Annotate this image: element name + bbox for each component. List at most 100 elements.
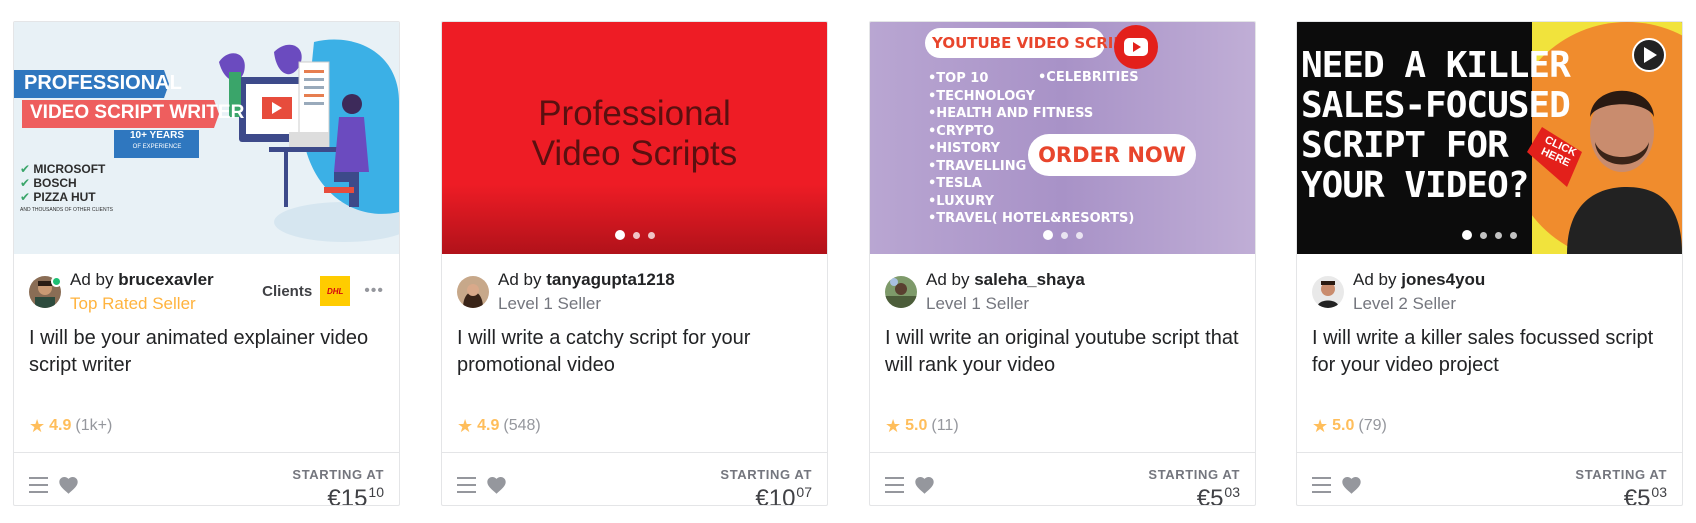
review-count: (548)	[503, 417, 541, 434]
seller-info: Ad by brucexavler Top Rated Seller Clien…	[29, 268, 384, 314]
gig-price: €1510	[327, 484, 384, 506]
carousel-dot[interactable]	[614, 230, 625, 240]
starting-at-label: STARTING AT	[720, 467, 812, 482]
gig-title[interactable]: I will write a catchy script for your pr…	[457, 325, 812, 379]
gig-thumbnail[interactable]: YOUTUBE VIDEO SCRIPTS •TOP 10 •TECHNOLOG…	[870, 22, 1255, 254]
thumb-years: 10+ YEARS	[129, 130, 184, 141]
seller-level: Level 1 Seller	[926, 294, 1030, 313]
rating-score: 5.0	[905, 417, 928, 434]
star-icon: ★	[885, 416, 902, 436]
order-now-text: ORDER NOW	[1038, 143, 1186, 167]
carousel-dot[interactable]	[647, 231, 655, 239]
thumb-years-sub: OF EXPERIENCE	[132, 144, 182, 150]
rating-score: 4.9	[49, 417, 72, 434]
gig-footer: STARTING AT €1510	[14, 452, 399, 506]
carousel-dots[interactable]	[442, 230, 827, 240]
ad-by-line: Ad by saleha_shaya	[926, 270, 1085, 289]
thumb-topic: •HEALTH AND FITNESS	[928, 106, 1094, 121]
seller-avatar[interactable]	[457, 276, 489, 308]
carousel-dot[interactable]	[1495, 231, 1502, 239]
star-icon: ★	[457, 416, 474, 436]
thumb-topic: •TECHNOLOGY	[928, 88, 1036, 104]
seller-name[interactable]: brucexavler	[118, 270, 213, 289]
gig-price: €503	[1623, 484, 1667, 506]
gig-price: €503	[1196, 484, 1240, 506]
carousel-dot[interactable]	[632, 231, 640, 239]
ad-by-line: Ad by jones4you	[1353, 270, 1486, 289]
carousel-dot[interactable]	[1060, 231, 1068, 239]
carousel-dot[interactable]	[1510, 231, 1517, 239]
menu-icon[interactable]	[457, 477, 476, 493]
gig-footer: STARTING AT €503	[870, 452, 1255, 506]
thumb-headline: NEED A KILLER SALES-FOCUSED SCRIPT FOR Y…	[1301, 45, 1571, 206]
star-icon: ★	[1312, 416, 1329, 436]
clients-label: Clients	[262, 282, 313, 300]
thumb-celebs: •CELEBRITIES	[1038, 70, 1139, 85]
seller-avatar[interactable]	[885, 276, 917, 308]
heart-icon[interactable]	[486, 475, 507, 495]
thumb-client-item: ✔ BOSCH	[20, 176, 77, 190]
thumb-client-item: ✔ PIZZA HUT	[20, 190, 96, 204]
starting-at-label: STARTING AT	[292, 467, 384, 482]
more-options-icon[interactable]: •••	[364, 282, 384, 300]
thumb-client-item: ✔ MICROSOFT	[20, 162, 106, 176]
gig-rating: ★ 5.0 (11)	[885, 417, 959, 435]
starting-at-label: STARTING AT	[1575, 467, 1667, 482]
rating-score: 4.9	[477, 417, 500, 434]
gig-thumbnail[interactable]: Professional Video Scripts	[442, 22, 827, 254]
menu-icon[interactable]	[885, 477, 904, 493]
thumb-client-note: AND THOUSANDS OF OTHER CLIENTS	[20, 207, 113, 213]
seller-level: Top Rated Seller	[70, 294, 196, 313]
heart-icon[interactable]	[1341, 475, 1362, 495]
gig-price: €1007	[755, 484, 812, 506]
carousel-dots[interactable]	[1297, 230, 1682, 240]
thumb-banner-2: VIDEO SCRIPT WRITER	[30, 102, 245, 123]
gig-card[interactable]: NEED A KILLER SALES-FOCUSED SCRIPT FOR Y…	[1296, 21, 1683, 506]
youtube-icon	[1114, 25, 1158, 69]
gig-footer: STARTING AT €503	[1297, 452, 1682, 506]
star-icon: ★	[29, 416, 46, 436]
heart-icon[interactable]	[914, 475, 935, 495]
thumb-client-list: ✔ MICROSOFT ✔ BOSCH ✔ PIZZA HUT AND THOU…	[20, 162, 113, 214]
ad-by-line: Ad by brucexavler	[70, 270, 214, 289]
gig-title[interactable]: I will write an original youtube script …	[885, 325, 1240, 379]
carousel-dot[interactable]	[1480, 231, 1487, 239]
carousel-dot[interactable]	[1042, 230, 1053, 240]
gig-card[interactable]: PROFESSIONAL VIDEO SCRIPT WRITER 10+ YEA…	[13, 21, 400, 506]
gig-rating: ★ 4.9 (1k+)	[29, 417, 112, 435]
seller-avatar[interactable]	[1312, 276, 1344, 308]
gig-rating: ★ 5.0 (79)	[1312, 417, 1387, 435]
carousel-dot[interactable]	[1462, 230, 1472, 240]
gig-title[interactable]: I will be your animated explainer video …	[29, 325, 384, 379]
review-count: (1k+)	[75, 417, 113, 434]
thumb-topic: •TRAVEL( HOTEL&RESORTS)	[928, 211, 1135, 226]
seller-name[interactable]: tanyagupta1218	[546, 270, 675, 289]
ad-by-line: Ad by tanyagupta1218	[498, 270, 675, 289]
gig-footer: STARTING AT €1007	[442, 452, 827, 506]
dhl-logo: DHL	[320, 276, 351, 306]
online-indicator	[51, 276, 62, 287]
rating-score: 5.0	[1332, 417, 1355, 434]
gig-thumbnail[interactable]: PROFESSIONAL VIDEO SCRIPT WRITER 10+ YEA…	[14, 22, 399, 254]
seller-info: Ad by saleha_shaya Level 1 Seller	[885, 268, 1240, 314]
seller-info: Ad by jones4you Level 2 Seller	[1312, 268, 1667, 314]
seller-level: Level 1 Seller	[498, 294, 602, 313]
review-count: (11)	[931, 417, 959, 434]
carousel-dots[interactable]	[870, 230, 1255, 240]
seller-name[interactable]: saleha_shaya	[974, 270, 1085, 289]
thumb-banner-1: PROFESSIONAL	[24, 72, 182, 94]
heart-icon[interactable]	[58, 475, 79, 495]
gig-card[interactable]: Professional Video Scripts Ad by tanyagu…	[441, 21, 828, 506]
seller-level: Level 2 Seller	[1353, 294, 1457, 313]
seller-name[interactable]: jones4you	[1401, 270, 1485, 289]
gig-thumbnail[interactable]: NEED A KILLER SALES-FOCUSED SCRIPT FOR Y…	[1297, 22, 1682, 254]
thumb-heading: Professional Video Scripts	[531, 94, 738, 173]
gig-title[interactable]: I will write a killer sales focussed scr…	[1312, 325, 1667, 379]
carousel-dot[interactable]	[1075, 231, 1083, 239]
menu-icon[interactable]	[1312, 477, 1331, 493]
clients-section: Clients DHL •••	[262, 276, 384, 306]
seller-info: Ad by tanyagupta1218 Level 1 Seller	[457, 268, 812, 314]
menu-icon[interactable]	[29, 477, 48, 493]
thumb-topic: •TESLA	[928, 176, 982, 191]
gig-card[interactable]: YOUTUBE VIDEO SCRIPTS •TOP 10 •TECHNOLOG…	[869, 21, 1256, 506]
